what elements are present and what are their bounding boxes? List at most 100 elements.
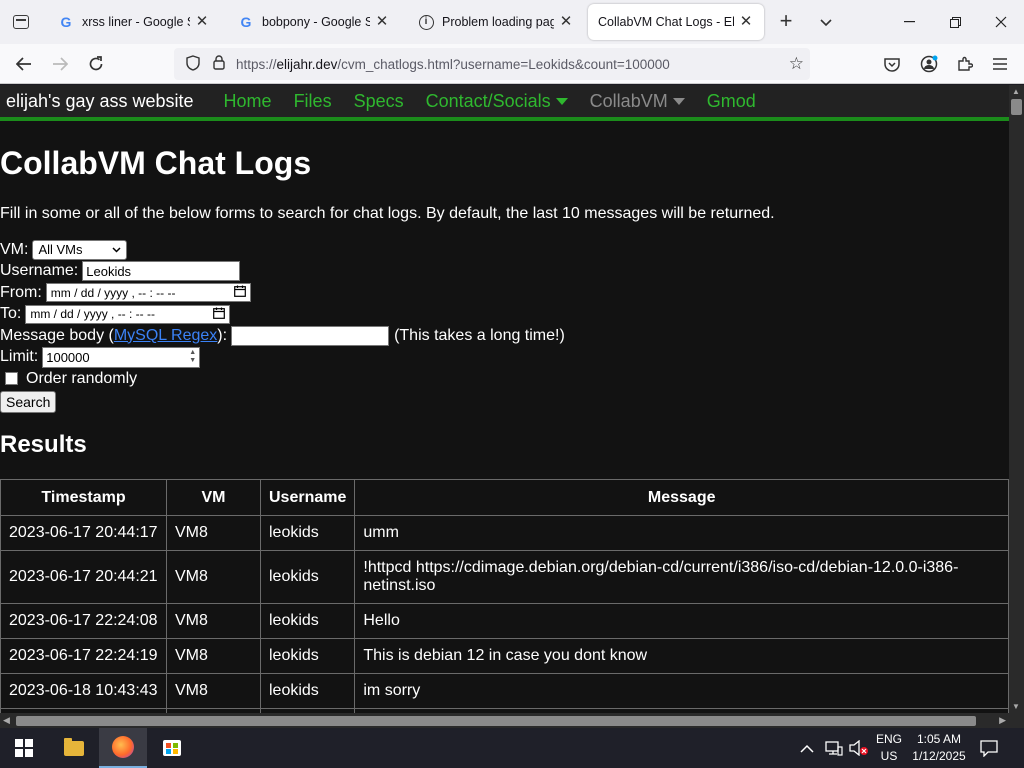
nav-files[interactable]: Files	[294, 91, 332, 112]
vm-select[interactable]: All VMs	[32, 239, 128, 260]
scroll-down-arrow-icon[interactable]: ▼	[1012, 702, 1020, 711]
username-cell: leokids	[259, 515, 356, 551]
scrollbar-thumb[interactable]	[1011, 99, 1022, 115]
vertical-scrollbar[interactable]: ▲ ▼	[1009, 85, 1024, 713]
minimize-button[interactable]	[886, 0, 932, 44]
forward-button[interactable]	[45, 50, 75, 78]
tab-title: bobpony - Google Sear	[262, 15, 370, 29]
close-icon[interactable]: ✕	[738, 14, 754, 30]
notifications-button[interactable]	[980, 728, 998, 768]
limit-label: Limit:	[0, 348, 39, 366]
browser-tab-strip: G xrss liner - Google Sear ✕ G bobpony -…	[0, 0, 1024, 44]
message-cell: im sorry	[354, 673, 1009, 709]
timestamp-cell: 2023-06-17 20:44:17	[0, 515, 167, 551]
lock-icon[interactable]	[206, 55, 232, 73]
tab-problem-loading[interactable]: i Problem loading page ✕	[404, 4, 584, 40]
tab-collabvm-chat-logs[interactable]: CollabVM Chat Logs - Elija ✕	[588, 4, 764, 40]
site-brand[interactable]: elijah's gay ass website	[0, 91, 194, 112]
new-tab-button[interactable]: +	[774, 10, 798, 34]
volume-tray-icon[interactable]	[849, 728, 869, 768]
start-button[interactable]	[0, 728, 48, 768]
menu-button[interactable]	[988, 52, 1012, 76]
network-tray-icon[interactable]	[825, 728, 843, 768]
tab-title: CollabVM Chat Logs - Elija	[598, 15, 734, 29]
input-language-indicator[interactable]: ENG US	[872, 731, 906, 765]
username-input[interactable]: Leokids	[82, 261, 241, 282]
vm-cell: VM8	[166, 673, 261, 709]
username-cell: leokids	[259, 603, 356, 639]
nav-collabvm[interactable]: CollabVM	[590, 91, 685, 112]
results-heading: Results	[0, 431, 87, 458]
close-icon[interactable]: ✕	[558, 14, 574, 30]
close-icon[interactable]: ✕	[374, 14, 390, 30]
message-label-post: ):	[217, 326, 228, 344]
close-icon[interactable]: ✕	[194, 14, 210, 30]
keyboard-layout: US	[880, 749, 898, 763]
calendar-icon[interactable]	[213, 307, 226, 322]
clock[interactable]: 1:05 AM 1/12/2025	[908, 731, 970, 765]
tab-bobpony[interactable]: G bobpony - Google Sear ✕	[224, 4, 400, 40]
tab-xrss-liner[interactable]: G xrss liner - Google Sear ✕	[44, 4, 220, 40]
results-table: Timestamp VM Username Message 2023-06-17…	[0, 479, 1009, 728]
vm-cell: VM8	[166, 638, 261, 674]
to-datetime-input[interactable]: mm / dd / yyyy , -- : -- --	[25, 304, 231, 324]
order-randomly-checkbox[interactable]	[5, 372, 18, 386]
timestamp-cell: 2023-06-17 22:24:19	[0, 638, 167, 674]
store-icon	[163, 740, 181, 756]
nav-home[interactable]: Home	[224, 91, 272, 112]
column-header: Message	[354, 479, 1009, 516]
message-body-input[interactable]	[231, 325, 390, 346]
restore-button[interactable]	[932, 0, 978, 44]
pocket-button[interactable]	[880, 52, 904, 76]
random-row: Order randomly	[0, 368, 565, 390]
vm-cell: VM8	[166, 550, 261, 604]
username-cell: leokids	[259, 673, 356, 709]
search-button[interactable]: Search	[0, 390, 57, 413]
from-datetime-input[interactable]: mm / dd / yyyy , -- : -- --	[45, 283, 251, 303]
speaker-muted-icon	[849, 740, 868, 756]
limit-input[interactable]: 100000 ▲ ▼	[42, 346, 201, 368]
back-button[interactable]	[9, 50, 39, 78]
username-cell: leokids	[259, 638, 356, 674]
account-button[interactable]	[917, 52, 941, 76]
column-header: Username	[259, 479, 356, 516]
page-title: CollabVM Chat Logs	[0, 145, 312, 181]
scroll-left-arrow-icon[interactable]: ◀	[3, 715, 10, 726]
clock-date: 1/12/2025	[912, 749, 966, 763]
nav-gmod[interactable]: Gmod	[707, 91, 756, 112]
table-header-row: Timestamp VM Username Message	[0, 479, 1009, 516]
bookmark-star-icon[interactable]: ☆	[789, 54, 804, 74]
info-icon: i	[418, 14, 434, 30]
to-placeholder: mm / dd / yyyy , -- : -- --	[30, 307, 156, 322]
account-icon	[920, 55, 938, 73]
minimize-icon	[903, 21, 915, 23]
taskbar-file-explorer[interactable]	[50, 728, 98, 768]
mysql-regex-link[interactable]: MySQL Regex	[114, 327, 217, 345]
list-all-tabs-button[interactable]	[814, 10, 838, 34]
shield-icon[interactable]	[180, 54, 206, 74]
show-hidden-icons[interactable]	[800, 728, 814, 768]
reload-button[interactable]	[81, 50, 111, 78]
hamburger-icon	[993, 58, 1007, 70]
caret-down-icon	[555, 98, 568, 106]
message-cell: !httpcd https://cdimage.debian.org/debia…	[354, 550, 1009, 604]
language-code: ENG	[875, 732, 902, 746]
horizontal-scrollbar[interactable]: ◀ ▶	[0, 713, 1009, 728]
scroll-right-arrow-icon[interactable]: ▶	[999, 715, 1006, 726]
taskbar-store[interactable]	[148, 728, 196, 768]
caret-down-icon	[672, 98, 685, 106]
nav-contact-socials[interactable]: Contact/Socials	[426, 91, 568, 112]
taskbar-firefox[interactable]	[99, 728, 147, 768]
extensions-button[interactable]	[953, 52, 977, 76]
scrollbar-corner	[1009, 713, 1024, 728]
scroll-up-arrow-icon[interactable]: ▲	[1012, 87, 1020, 96]
url-bar[interactable]: https://elijahr.dev/cvm_chatlogs.html?us…	[174, 48, 810, 80]
nav-specs[interactable]: Specs	[354, 91, 404, 112]
close-window-button[interactable]	[978, 0, 1024, 44]
clock-time: 1:05 AM	[916, 732, 962, 746]
calendar-icon[interactable]	[233, 285, 246, 300]
firefox-view-button[interactable]	[0, 0, 42, 44]
spinner-arrows-icon[interactable]: ▲ ▼	[189, 349, 196, 365]
folder-icon	[64, 737, 84, 756]
scrollbar-thumb[interactable]	[16, 716, 976, 726]
